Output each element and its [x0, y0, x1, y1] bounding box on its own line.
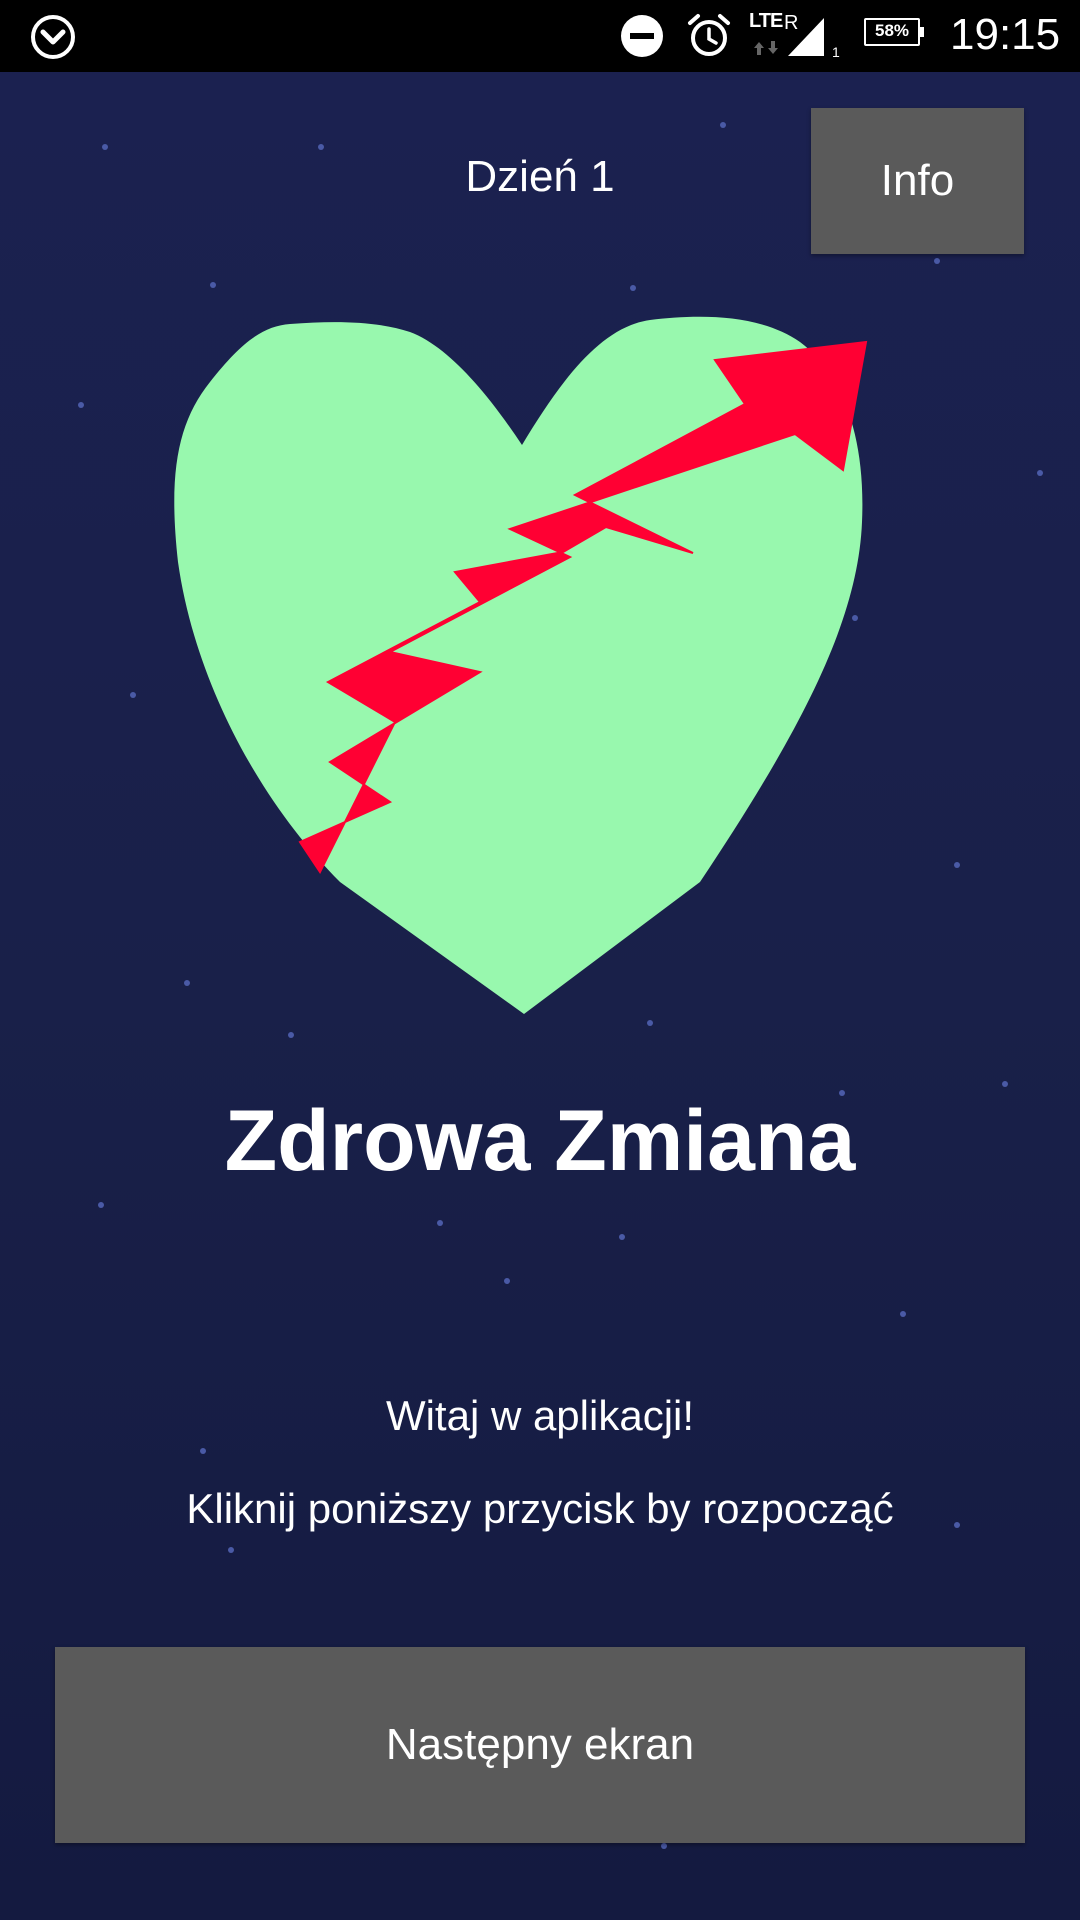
star [130, 692, 136, 698]
alarm-icon [688, 14, 730, 56]
main-screen: Dzień 1 Info Zdrowa Zmiana Witaj w aplik… [0, 72, 1080, 1920]
star [504, 1278, 510, 1284]
app-title: Zdrowa Zmiana [224, 1093, 856, 1189]
app-notification-icon [31, 15, 75, 59]
battery-percent: 58% [874, 21, 910, 40]
star [210, 282, 216, 288]
star [900, 1311, 906, 1317]
star [228, 1547, 234, 1553]
star [288, 1032, 294, 1038]
star [954, 862, 960, 868]
battery-icon: 58% [864, 18, 924, 50]
data-activity-icon [754, 41, 778, 55]
day-counter: Dzień 1 [465, 152, 615, 201]
star [661, 1843, 667, 1849]
star [98, 1202, 104, 1208]
star [437, 1220, 443, 1226]
instruction-text: Kliknij poniższy przycisk by rozpocząć [186, 1485, 894, 1532]
star [630, 285, 636, 291]
status-bar: LTE R 1 58% 19:15 [0, 0, 1080, 72]
sim-slot-label: 1 [832, 44, 840, 60]
star [318, 144, 324, 150]
signal-icon [788, 18, 824, 56]
star [200, 1448, 206, 1454]
star [1037, 470, 1043, 476]
next-screen-button[interactable]: Następny ekran [55, 1647, 1025, 1843]
heart-growth-icon [174, 316, 868, 1014]
star [78, 402, 84, 408]
do-not-disturb-icon [621, 15, 663, 57]
welcome-text: Witaj w aplikacji! [385, 1392, 695, 1439]
star [720, 122, 726, 128]
star [1002, 1081, 1008, 1087]
star [934, 258, 940, 264]
star [619, 1234, 625, 1240]
network-type-label: LTE [749, 10, 783, 32]
info-button[interactable]: Info [811, 108, 1024, 254]
clock: 19:15 [950, 10, 1061, 59]
star [102, 144, 108, 150]
